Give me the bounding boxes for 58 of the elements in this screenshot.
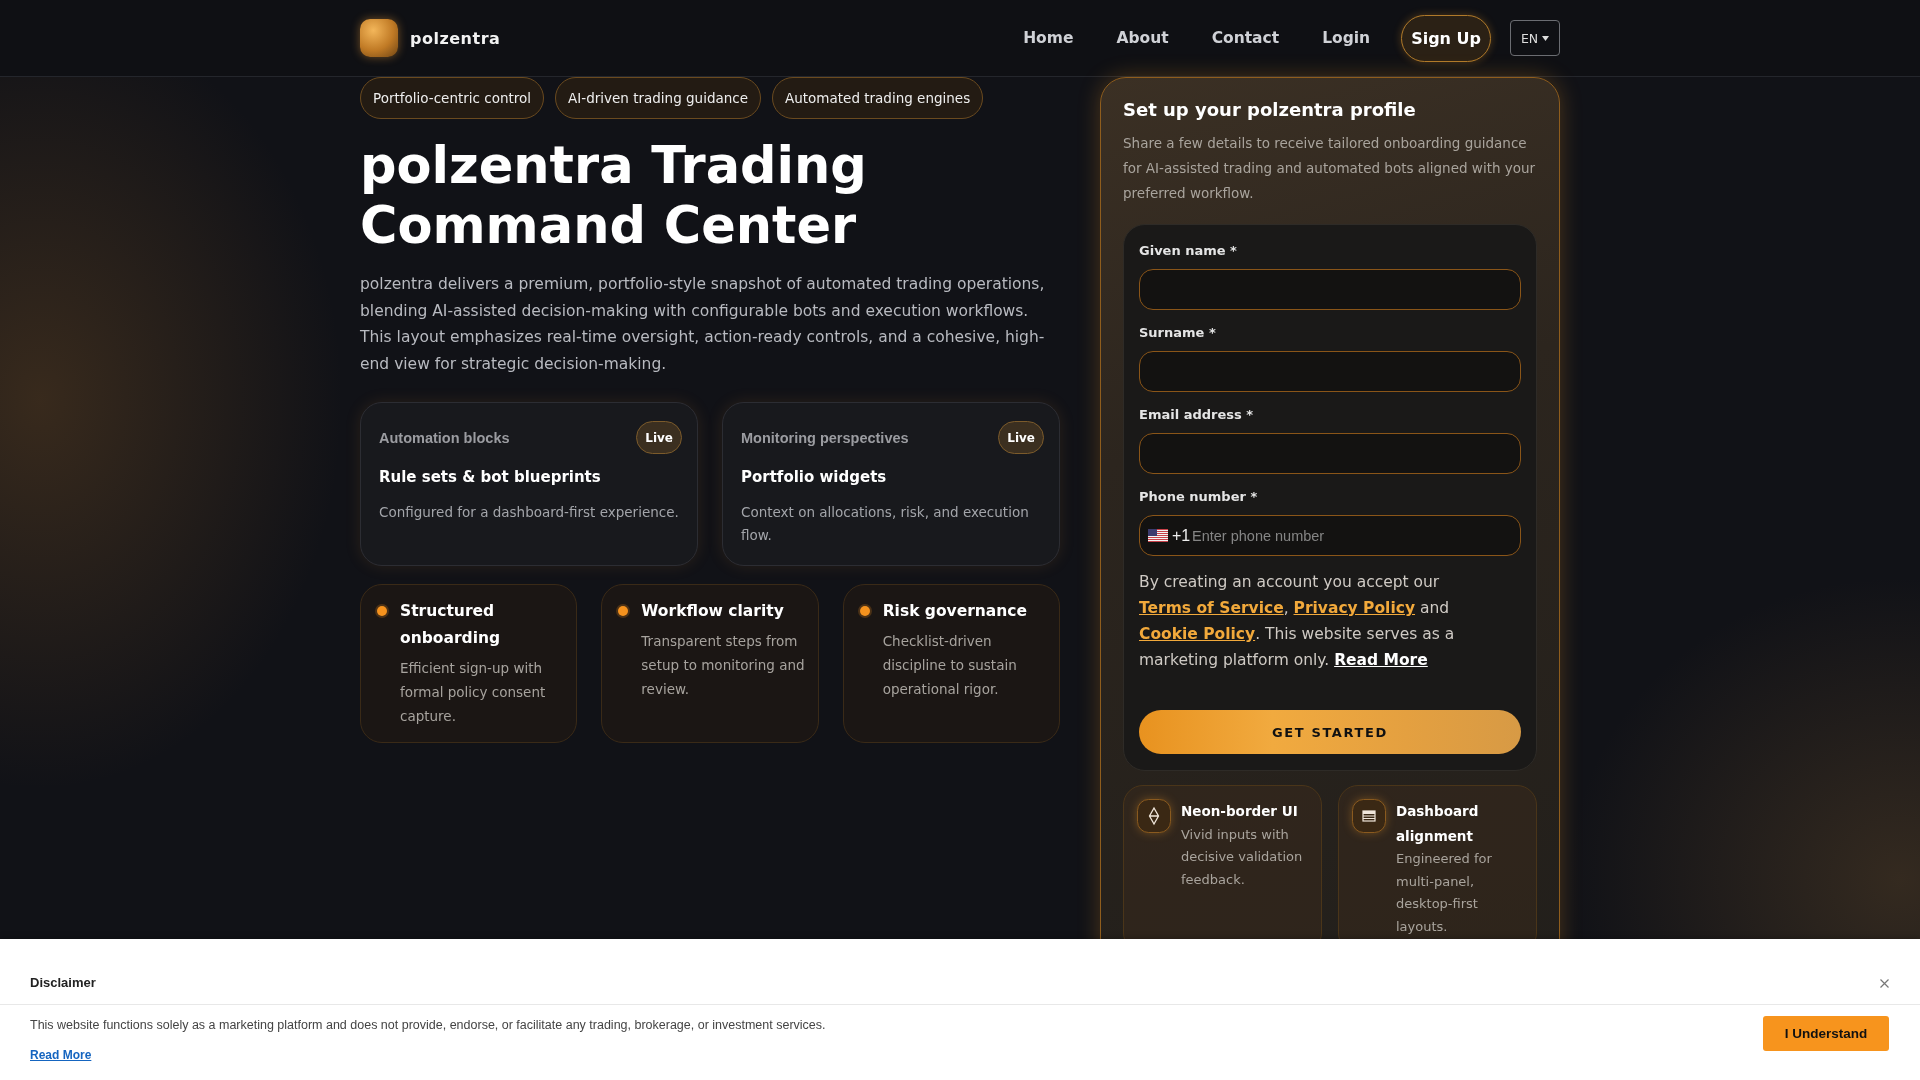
card-label: Automation blocks [379,429,510,446]
perk-text: Engineered for multi-panel, desktop-first layouts. [1396,850,1493,936]
perk-text: Vivid inputs with decisive validation feedback. [1181,825,1304,889]
card-text: Configured for a dashboard-first experience. [379,503,680,522]
panel-text: Share a few details to receive tailored onboarding guidance for AI-assisted trading and automated bots aligned with your preferred workflow. [1123,134,1537,203]
perk-title: Neon-border UI [1181,802,1299,821]
panel-title: Set up your polzentra profile [1123,98,1417,122]
language-select[interactable]: EN [1510,20,1560,56]
field-label: Phone number * [1139,488,1258,506]
policy-link[interactable]: Cookie Policy [1139,625,1256,643]
field-label: Surname * [1139,324,1216,342]
perk-title: Dashboard alignment [1396,802,1480,846]
tag-pill: Automated trading engines [772,77,984,119]
field-label: Email address * [1139,406,1254,424]
nav-link[interactable]: Home [1023,29,1074,47]
card-text: Context on allocations, risk, and execution flow. [741,503,1030,545]
consent-text: By creating an account you accept our Terms of Service, Privacy Policy and Cookie Policy. This website serves as a marketing platform only. Read More [1139,572,1456,671]
card-title: Rule sets & bot blueprints [379,467,602,488]
get-started-button[interactable]: GET STARTED [1139,710,1521,754]
dot-icon [857,604,872,618]
feature-text: Checklist-driven discipline to sustain operational rigor. [882,632,1018,699]
nav-link[interactable]: About [1116,29,1169,47]
close-icon[interactable] [1880,979,1889,988]
field-label: Given name * [1139,242,1237,260]
status-badge: Live [998,421,1044,454]
input-field[interactable] [1139,433,1521,474]
dial-code: +1 [1172,526,1191,545]
page-title: polzentra Trading Command Center [360,136,868,256]
understand-button[interactable]: I Understand [1763,1016,1889,1051]
card-label: Monitoring perspectives [741,429,909,446]
feature-text: Transparent steps from setup to monitoring and review. [641,632,806,699]
card-title: Portfolio widgets [741,467,888,488]
logo-icon [360,19,398,57]
flag-icon [1148,529,1168,542]
feature-text: Efficient sign-up with formal policy consent capture. [400,659,547,726]
disclaimer-text: This website functions solely as a marketing platform and does not provide, endorse, or facilitate any trading, brokerage, or investment services. [30,1017,826,1034]
brand-name: polzentra [410,28,501,48]
feature-title: Workflow clarity [641,601,785,622]
input-field[interactable] [1139,269,1521,310]
feature-title: Structured onboarding [400,601,502,649]
tag-pill: Portfolio-centric control [360,77,545,119]
tag-pill: AI-driven trading guidance [555,77,761,119]
read-more-link[interactable]: Read More [1334,651,1428,669]
disclaimer-title: Disclaimer [30,975,96,991]
read-more-link[interactable]: Read More [30,1046,92,1064]
sign-up-button[interactable]: Sign Up [1401,14,1491,62]
feature-title: Risk governance [882,601,1029,622]
caret-icon [1542,35,1550,41]
intro-text: polzentra delivers a premium, portfolio-style snapshot of automated trading operations, blending AI-assisted decision-making with configurable bots and execution workflows. This layout emphasizes real-time oversight, action-ready controls, and a cohesive, high-end view for strategic decision-making. [360,274,1046,375]
table-icon [1352,799,1386,833]
nav-link[interactable]: Contact [1211,29,1280,47]
nav-link[interactable]: Login [1322,29,1371,47]
policy-link[interactable]: Terms of Service [1139,599,1284,617]
dot-icon [375,604,389,618]
status-badge: Live [636,421,682,454]
dot-icon [616,604,631,618]
input-field[interactable] [1139,351,1521,392]
policy-link[interactable]: Privacy Policy [1293,599,1416,617]
